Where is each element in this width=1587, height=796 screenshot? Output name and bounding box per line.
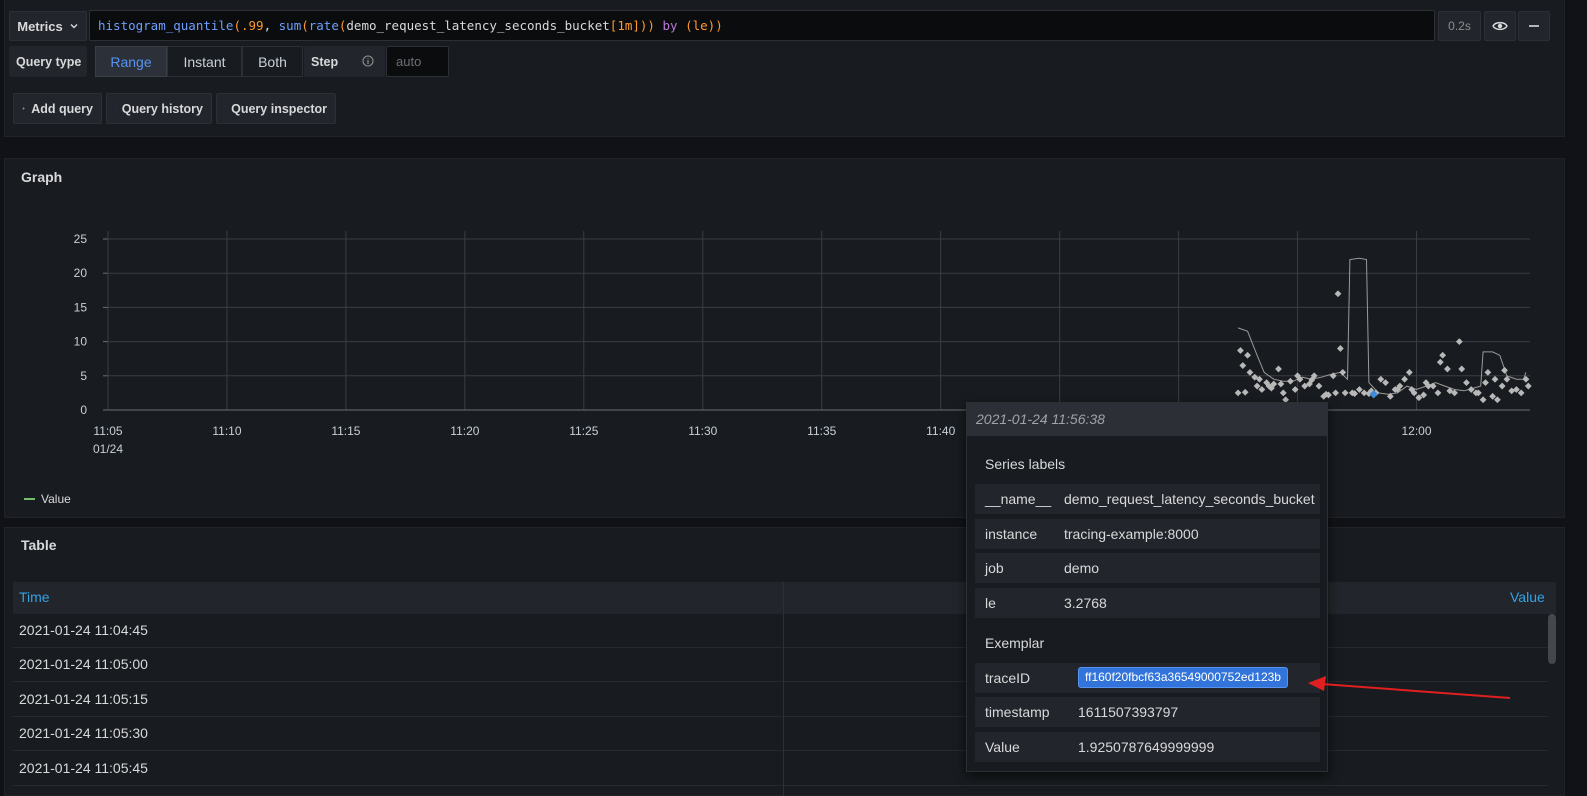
label-value: 3.2768 bbox=[1064, 595, 1107, 611]
x-tick-label: 11:30 bbox=[688, 424, 717, 438]
exemplar-point[interactable] bbox=[1336, 345, 1344, 352]
x-tick-label: 11:10 bbox=[212, 424, 241, 438]
label-value: tracing-example:8000 bbox=[1064, 526, 1199, 542]
exemplar-point[interactable] bbox=[1339, 368, 1347, 376]
label-value: demo bbox=[1064, 560, 1100, 576]
exemplar-point[interactable] bbox=[1522, 375, 1530, 383]
table-title: Table bbox=[21, 537, 57, 553]
exemplar-point[interactable] bbox=[1482, 379, 1489, 387]
exemplar-point[interactable] bbox=[1382, 379, 1389, 387]
exemplar-point[interactable] bbox=[1434, 389, 1442, 397]
legend-label: Value bbox=[41, 492, 71, 506]
exemplar-heading: Exemplar bbox=[985, 635, 1045, 651]
exemplar-point[interactable] bbox=[1377, 375, 1385, 383]
label-value: demo_request_latency_seconds_bucket bbox=[1064, 491, 1315, 507]
series-label-row: job demo bbox=[975, 553, 1320, 583]
y-tick-label: 0 bbox=[80, 403, 87, 417]
y-tick-label: 20 bbox=[74, 266, 88, 280]
series-label-row: __name__ demo_request_latency_seconds_buc… bbox=[975, 484, 1320, 514]
y-tick-label: 15 bbox=[74, 300, 88, 314]
exemplar-point[interactable] bbox=[1517, 389, 1525, 397]
table-cell-time: 2021-01-24 11:05:15 bbox=[19, 691, 148, 707]
x-tick-label: 12:00 bbox=[1401, 424, 1431, 438]
label-key: __name__ bbox=[985, 491, 1052, 507]
exemplar-point[interactable] bbox=[1489, 392, 1497, 400]
x-tick-label: 11:40 bbox=[926, 424, 955, 438]
exemplar-point[interactable] bbox=[1315, 382, 1323, 390]
exemplar-point[interactable] bbox=[1458, 365, 1466, 373]
exemplar-point[interactable] bbox=[1491, 375, 1499, 383]
y-tick-label: 10 bbox=[74, 335, 88, 349]
exemplar-point[interactable] bbox=[1444, 365, 1451, 373]
table-cell-time: 2021-01-24 11:05:30 bbox=[19, 725, 148, 741]
exemplar-point[interactable] bbox=[1279, 389, 1287, 397]
y-tick-label: 25 bbox=[74, 232, 88, 246]
exemplar-key: traceID bbox=[985, 670, 1031, 686]
table-scrollbar[interactable] bbox=[1548, 614, 1556, 664]
exemplar-point[interactable] bbox=[1484, 368, 1492, 376]
table-cell-time: 2021-01-24 11:05:45 bbox=[19, 760, 148, 776]
exemplar-row: timestamp 1611507393797 bbox=[975, 697, 1320, 727]
exemplar-point[interactable] bbox=[1524, 382, 1532, 390]
column-divider bbox=[783, 582, 784, 796]
exemplar-point[interactable] bbox=[1239, 362, 1247, 369]
x-tick-label: 11:05 bbox=[93, 424, 122, 438]
exemplar-point[interactable] bbox=[1356, 386, 1363, 393]
x-tick-label: 11:15 bbox=[331, 424, 360, 438]
exemplar-point[interactable] bbox=[1463, 379, 1470, 387]
column-header-time[interactable]: Time bbox=[19, 589, 50, 605]
label-key: le bbox=[985, 595, 996, 611]
exemplar-point[interactable] bbox=[1467, 386, 1475, 393]
exemplar-point[interactable] bbox=[1334, 290, 1342, 298]
exemplar-point[interactable] bbox=[1244, 351, 1251, 359]
exemplar-point[interactable] bbox=[1237, 347, 1244, 354]
exemplar-point[interactable] bbox=[1501, 366, 1508, 374]
graph-chart[interactable]: 0 5 10 15 20 25 11:05 11:10 11:15 11:20 11:25 11:30… bbox=[0, 0, 1587, 470]
x-tick-label: 11:35 bbox=[807, 424, 836, 438]
exemplar-point[interactable] bbox=[1405, 368, 1413, 376]
exemplar-point[interactable] bbox=[1258, 386, 1266, 393]
label-key: instance bbox=[985, 526, 1038, 542]
exemplar-value: 1611507393797 bbox=[1078, 704, 1179, 720]
exemplar-key: timestamp bbox=[985, 704, 1050, 720]
table-cell-time: 2021-01-24 11:05:00 bbox=[19, 656, 148, 672]
exemplar-value: 1.9250787649999999 bbox=[1078, 739, 1215, 755]
exemplar-row: traceID ff160f20fbcf63a36549000752ed123b bbox=[975, 663, 1320, 693]
exemplar-point[interactable] bbox=[1401, 375, 1409, 383]
exemplar-point[interactable] bbox=[1241, 388, 1249, 396]
label-key: job bbox=[985, 560, 1004, 576]
exemplar-point[interactable] bbox=[1246, 368, 1254, 376]
exemplar-point[interactable] bbox=[1275, 365, 1282, 373]
exemplar-point[interactable] bbox=[1493, 396, 1501, 404]
exemplar-row: Value 1.9250787649999999 bbox=[975, 732, 1320, 762]
trace-id-link[interactable]: ff160f20fbcf63a36549000752ed123b bbox=[1078, 667, 1288, 688]
legend-color-line bbox=[24, 498, 35, 500]
y-tick-label: 5 bbox=[80, 369, 87, 383]
x-tick-label: 11:25 bbox=[569, 424, 598, 438]
series-label-row: instance tracing-example:8000 bbox=[975, 519, 1320, 549]
series-labels-heading: Series labels bbox=[985, 456, 1066, 472]
series-label-row: le 3.2768 bbox=[975, 588, 1320, 618]
table-cell-time: 2021-01-24 11:04:45 bbox=[19, 622, 148, 638]
series-line-value[interactable] bbox=[1237, 257, 1527, 395]
exemplar-point[interactable] bbox=[1253, 382, 1261, 390]
annotation-arrow-icon bbox=[1308, 676, 1511, 699]
exemplar-point[interactable] bbox=[1287, 377, 1294, 385]
exemplar-tooltip: 2021-01-24 11:56:38 Series labels __name… bbox=[966, 402, 1328, 772]
exemplar-point[interactable] bbox=[1498, 382, 1506, 390]
exemplar-point[interactable] bbox=[1234, 389, 1242, 397]
exemplar-point[interactable] bbox=[1332, 389, 1340, 397]
exemplar-point[interactable] bbox=[1479, 396, 1487, 404]
exemplar-point[interactable] bbox=[1439, 351, 1447, 359]
x-tick-date-label: 01/24 bbox=[93, 442, 123, 456]
exemplar-point[interactable] bbox=[1341, 389, 1349, 397]
graph-legend[interactable]: Value bbox=[24, 492, 71, 506]
column-header-value[interactable]: Value bbox=[1510, 589, 1545, 605]
exemplar-key: Value bbox=[985, 739, 1020, 755]
x-tick-label: 11:20 bbox=[450, 424, 479, 438]
tooltip-timestamp: 2021-01-24 11:56:38 bbox=[967, 403, 1327, 436]
exemplar-point[interactable] bbox=[1429, 382, 1437, 390]
exemplar-point[interactable] bbox=[1436, 358, 1444, 366]
exemplar-point[interactable] bbox=[1455, 338, 1463, 345]
